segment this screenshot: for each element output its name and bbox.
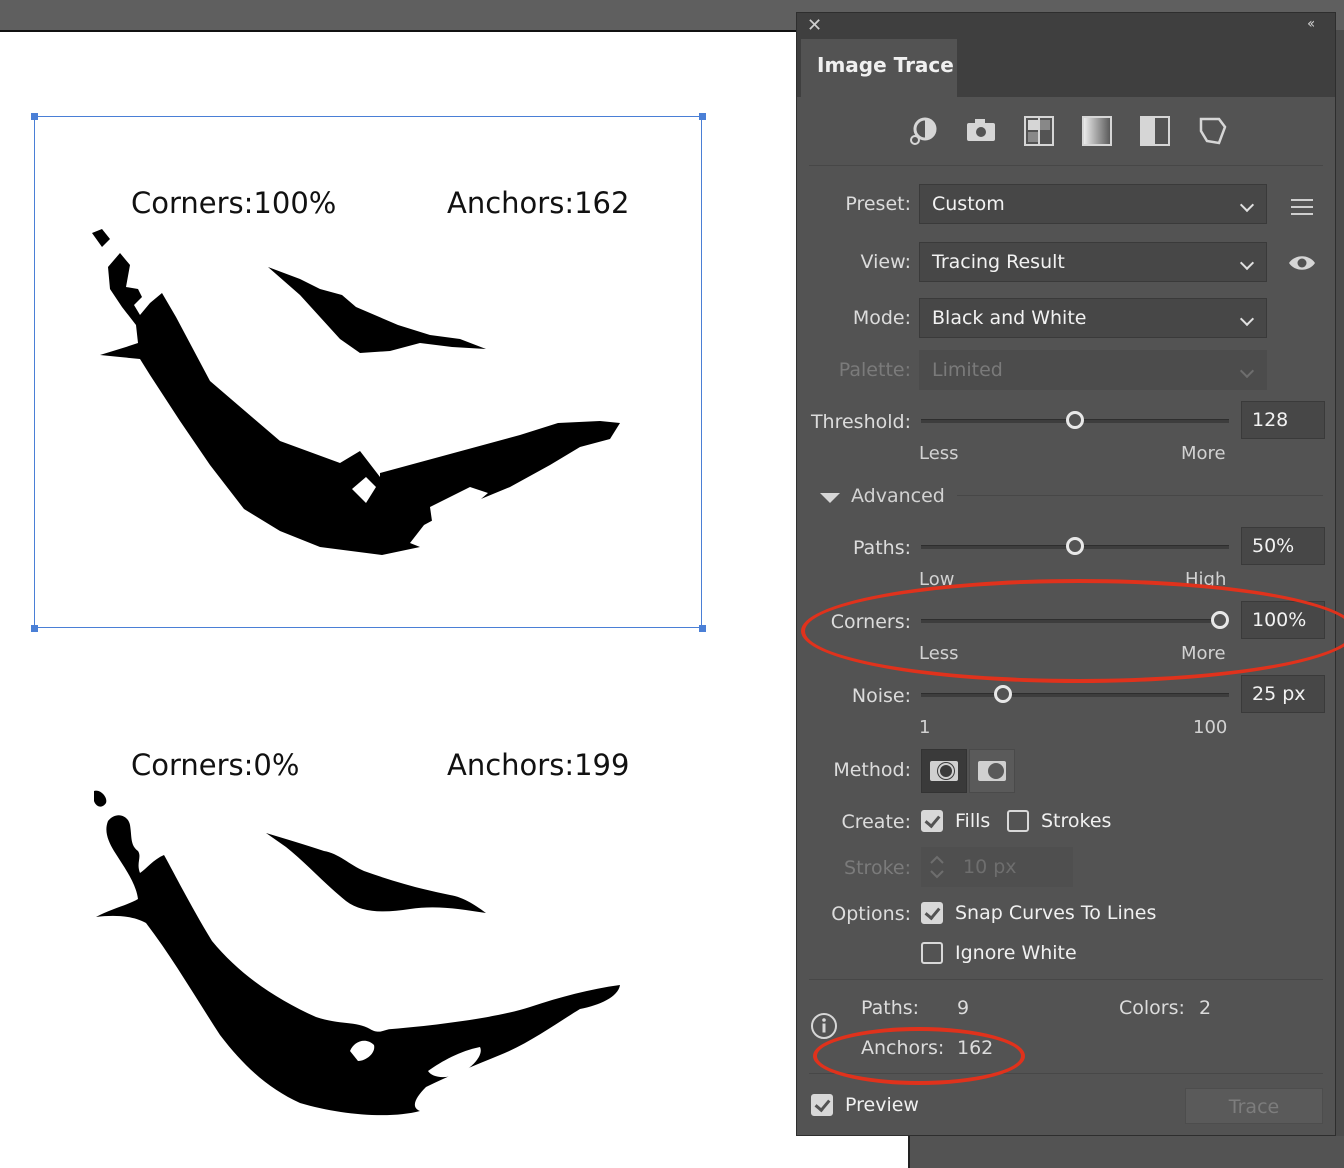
stat-paths-label: Paths: <box>861 997 920 1019</box>
anchors-highlight-annotation <box>813 1027 1025 1085</box>
threshold-input[interactable]: 128 <box>1241 401 1325 439</box>
mode-label: Mode: <box>852 307 911 329</box>
threshold-label: Threshold: <box>810 411 911 433</box>
noise-max-label: 100 <box>1193 717 1228 738</box>
options-label: Options: <box>831 903 911 925</box>
preset-value: Custom <box>932 193 1005 215</box>
separator <box>809 165 1323 166</box>
stroke-value: 10 px <box>963 856 1017 878</box>
selection-handle-bottom-left[interactable] <box>31 625 38 632</box>
separator <box>957 495 1323 496</box>
trace-button[interactable]: Trace <box>1185 1088 1323 1124</box>
threshold-slider-knob[interactable] <box>1066 411 1084 429</box>
auto-color-icon[interactable] <box>905 113 941 149</box>
stepper-arrows-icon <box>930 855 944 879</box>
low-color-icon[interactable] <box>1023 115 1055 147</box>
strokes-label: Strokes <box>1041 810 1112 832</box>
create-label: Create: <box>841 811 911 833</box>
panel-tab-row: Image Trace <box>797 39 1335 97</box>
collapse-icon[interactable]: ‹‹ <box>1307 16 1315 32</box>
advanced-toggle[interactable]: Advanced <box>851 485 945 507</box>
method-label: Method: <box>833 759 911 781</box>
bottom-anchors-label: Anchors:199 <box>447 748 630 782</box>
stroke-stepper: 10 px <box>921 847 1073 887</box>
preset-manager-icon[interactable] <box>1291 199 1313 220</box>
grayscale-icon[interactable] <box>1081 115 1113 147</box>
panel-header: ✕ ‹‹ <box>797 13 1335 39</box>
threshold-min-label: Less <box>919 443 959 464</box>
stat-colors-label: Colors: <box>1119 997 1185 1019</box>
view-dropdown[interactable]: Tracing Result <box>919 242 1267 282</box>
stat-paths-value: 9 <box>957 997 970 1019</box>
preset-label: Preset: <box>845 193 911 215</box>
snap-curves-checkbox[interactable] <box>921 902 943 924</box>
traced-whale-bottom[interactable] <box>80 785 640 1125</box>
noise-value: 25 px <box>1252 683 1306 705</box>
noise-slider-knob[interactable] <box>993 685 1012 703</box>
top-anchors-label: Anchors:162 <box>447 186 630 220</box>
mode-dropdown[interactable]: Black and White <box>919 298 1267 338</box>
method-abutting-button[interactable] <box>921 749 967 793</box>
abutting-method-icon <box>930 761 958 781</box>
corners-highlight-annotation <box>801 579 1344 683</box>
overlapping-method-icon <box>978 761 1006 781</box>
bottom-corners-label: Corners:0% <box>131 748 300 782</box>
separator <box>809 979 1323 980</box>
snap-curves-label: Snap Curves To Lines <box>955 902 1157 924</box>
preview-label: Preview <box>845 1094 919 1116</box>
tab-label: Image Trace <box>817 53 954 77</box>
paths-value: 50% <box>1252 535 1295 557</box>
high-color-icon[interactable] <box>965 117 997 145</box>
palette-dropdown: Limited <box>919 350 1267 390</box>
close-icon[interactable]: ✕ <box>807 15 822 36</box>
noise-label: Noise: <box>851 685 911 707</box>
method-overlapping-button[interactable] <box>969 749 1015 793</box>
image-trace-panel: ✕ ‹‹ Image Trace Preset: Custom View: Tr… <box>796 12 1344 1136</box>
tab-image-trace[interactable]: Image Trace <box>801 39 957 97</box>
chevron-down-icon <box>1239 197 1255 213</box>
selection-handle-top-right[interactable] <box>699 113 706 120</box>
fills-checkbox[interactable] <box>921 810 943 832</box>
noise-min-label: 1 <box>919 717 931 738</box>
chevron-down-icon <box>1239 255 1255 271</box>
selection-handle-bottom-right[interactable] <box>699 625 706 632</box>
noise-slider-track[interactable] <box>921 693 1229 697</box>
info-icon[interactable] <box>809 1011 839 1041</box>
threshold-max-label: More <box>1181 443 1226 464</box>
chevron-down-icon <box>1239 311 1255 327</box>
noise-input[interactable]: 25 px <box>1241 675 1325 713</box>
bottom-dock-bar <box>908 1136 1344 1168</box>
outline-icon[interactable] <box>1197 115 1229 147</box>
preset-dropdown[interactable]: Custom <box>919 184 1267 224</box>
stat-colors-value: 2 <box>1199 997 1212 1019</box>
disclosure-triangle-icon[interactable] <box>819 491 841 505</box>
mode-value: Black and White <box>932 307 1087 329</box>
paths-input[interactable]: 50% <box>1241 527 1325 565</box>
chevron-down-icon <box>1239 363 1255 379</box>
stroke-label: Stroke: <box>844 857 911 879</box>
paths-slider-knob[interactable] <box>1066 537 1084 555</box>
threshold-value: 128 <box>1252 409 1289 431</box>
strokes-checkbox[interactable] <box>1007 810 1029 832</box>
ignore-white-label: Ignore White <box>955 942 1077 964</box>
palette-label: Palette: <box>838 359 911 381</box>
trace-button-label: Trace <box>1228 1096 1280 1118</box>
eye-icon[interactable] <box>1287 253 1317 273</box>
view-label: View: <box>860 251 911 273</box>
palette-value: Limited <box>932 359 1003 381</box>
fills-label: Fills <box>955 810 991 832</box>
right-dock-strip <box>1336 30 1344 1168</box>
paths-label: Paths: <box>852 537 911 559</box>
artboard-top-edge <box>0 30 800 32</box>
preview-checkbox[interactable] <box>811 1094 833 1116</box>
top-corners-label: Corners:100% <box>131 186 337 220</box>
traced-whale-top[interactable] <box>80 225 640 565</box>
ignore-white-checkbox[interactable] <box>921 942 943 964</box>
view-value: Tracing Result <box>932 251 1065 273</box>
black-white-icon[interactable] <box>1139 115 1171 147</box>
selection-handle-top-left[interactable] <box>31 113 38 120</box>
